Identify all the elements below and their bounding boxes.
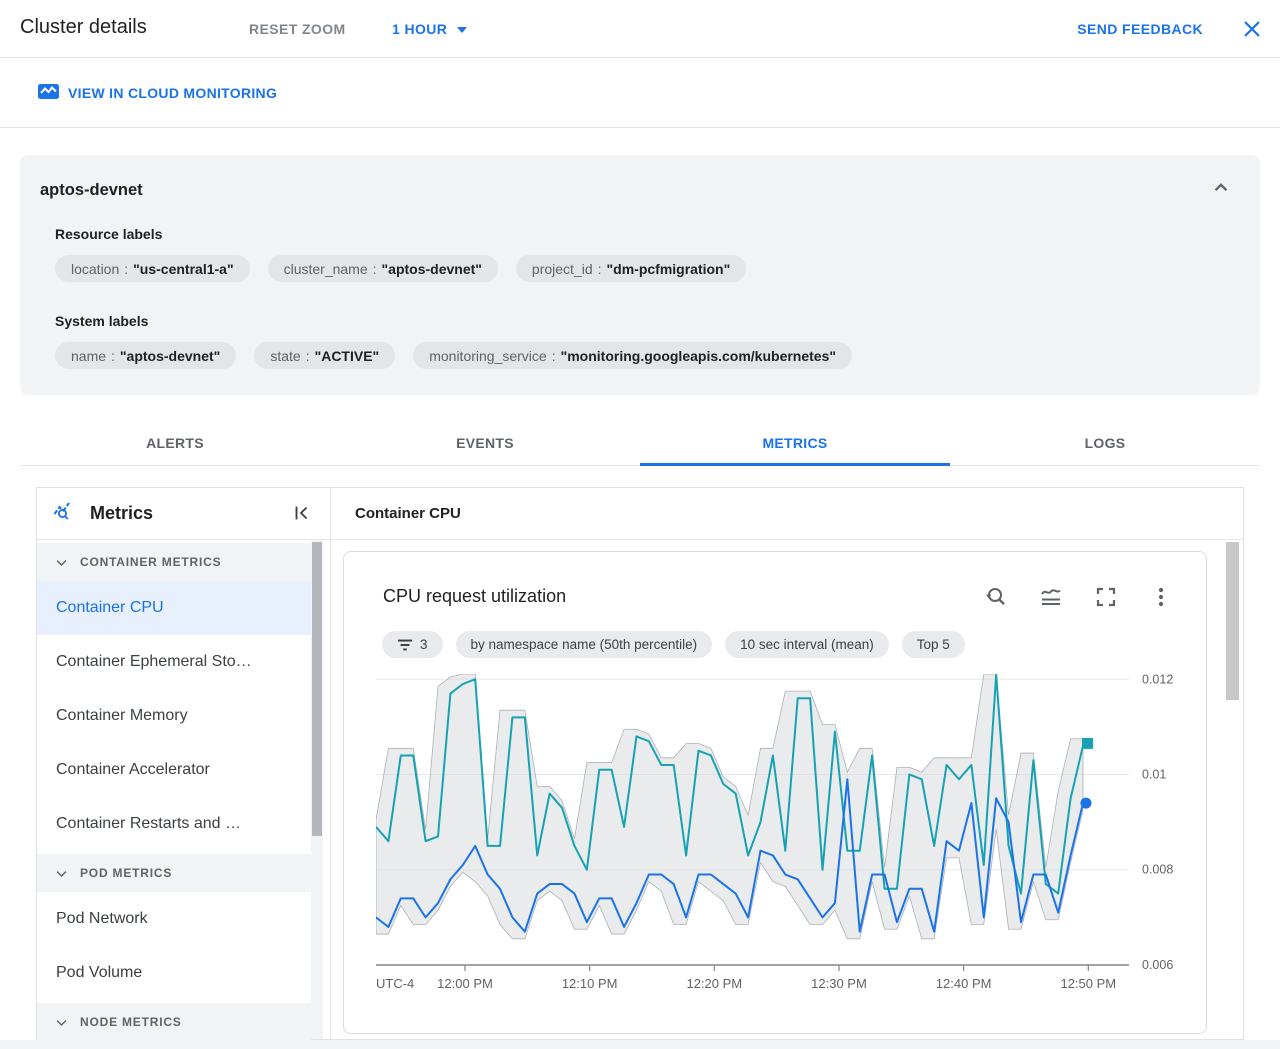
- fullscreen-icon[interactable]: [1094, 585, 1118, 609]
- label-chip-cluster-name: cluster_name: "aptos-devnet": [267, 255, 498, 282]
- cpu-chart-svg: 0.012 0.01 0.008 0.006 12:00 PM 12:10 PM 12:20…: [375, 672, 1173, 991]
- series-endpoint-blue: [1080, 797, 1092, 809]
- section-node-metrics[interactable]: NODE METRICS: [37, 1003, 311, 1041]
- monitoring-chart-icon: [38, 83, 59, 103]
- page-title: Cluster details: [20, 16, 147, 38]
- chart-filter-chips: 3 by namespace name (50th percentile) 10…: [382, 631, 965, 658]
- cluster-summary-card: aptos-devnet Resource labels location: "u…: [20, 155, 1260, 395]
- top5-chip[interactable]: Top 5: [901, 631, 965, 658]
- sidebar-title: Metrics: [90, 503, 154, 523]
- collapse-card-chevron-up-icon[interactable]: [1208, 175, 1234, 201]
- view-in-cloud-monitoring-link[interactable]: VIEW IN CLOUD MONITORING: [38, 83, 277, 103]
- time-range-dropdown[interactable]: 1 HOUR: [392, 21, 468, 37]
- x-axis-label: 12:40 PM: [936, 976, 992, 991]
- metrics-main: Container CPU CPU request utilization 3 …: [331, 488, 1243, 1039]
- chevron-down-icon: [56, 1019, 67, 1026]
- sidebar-item-container-accelerator[interactable]: Container Accelerator: [37, 743, 311, 797]
- metrics-explorer-icon: [52, 499, 77, 528]
- chart-title: CPU request utilization: [383, 586, 567, 606]
- interval-chip[interactable]: 10 sec interval (mean): [725, 631, 889, 658]
- time-range-label: 1 HOUR: [392, 21, 448, 37]
- metrics-sidebar: Metrics CONTAINER METRICS Container CPU …: [37, 488, 331, 1041]
- main-scrollbar-thumb[interactable]: [1226, 542, 1239, 700]
- close-icon[interactable]: [1240, 17, 1264, 41]
- cpu-utilization-chart[interactable]: 0.012 0.01 0.008 0.006 12:00 PM 12:10 PM 12:20…: [375, 672, 1196, 1009]
- cluster-name-title: aptos-devnet: [40, 181, 143, 199]
- tab-events[interactable]: EVENTS: [330, 420, 640, 465]
- x-axis-label: 12:00 PM: [437, 976, 493, 991]
- resource-labels-heading: Resource labels: [55, 226, 163, 242]
- tab-alerts[interactable]: ALERTS: [20, 420, 330, 465]
- sidebar-item-container-memory[interactable]: Container Memory: [37, 689, 311, 743]
- metrics-list: CONTAINER METRICS Container CPU Containe…: [37, 540, 311, 1041]
- chevron-down-icon: [56, 870, 67, 877]
- x-axis-label: 12:30 PM: [811, 976, 867, 991]
- x-axis-label: 12:50 PM: [1060, 976, 1116, 991]
- reset-zoom-button[interactable]: RESET ZOOM: [249, 21, 346, 37]
- groupby-chip[interactable]: by namespace name (50th percentile): [455, 631, 713, 658]
- y-axis-label: 0.006: [1142, 958, 1173, 972]
- x-axis-label: 12:20 PM: [686, 976, 742, 991]
- sidebar-item-pod-network[interactable]: Pod Network: [37, 892, 311, 946]
- monitoring-link-label: VIEW IN CLOUD MONITORING: [68, 85, 278, 101]
- filter-icon: [397, 639, 413, 650]
- chart-toolbar: [984, 585, 1173, 609]
- tab-bar: ALERTS EVENTS METRICS LOGS: [20, 420, 1260, 466]
- y-axis-label: 0.008: [1142, 863, 1173, 877]
- sidebar-header: Metrics: [37, 488, 330, 540]
- zoom-history-icon[interactable]: [984, 585, 1008, 609]
- label-chip-location: location: "us-central1-a": [55, 255, 250, 282]
- chevron-down-icon: [56, 559, 67, 566]
- metric-group-title: Container CPU: [331, 488, 1243, 540]
- system-labels-heading: System labels: [55, 313, 149, 329]
- tab-metrics[interactable]: METRICS: [640, 420, 950, 466]
- sidebar-scrollbar[interactable]: [311, 540, 323, 1039]
- tab-logs[interactable]: LOGS: [950, 420, 1260, 465]
- x-axis-timezone-label: UTC-4: [376, 976, 414, 991]
- section-pod-metrics[interactable]: POD METRICS: [37, 854, 311, 892]
- sidebar-item-pod-volume[interactable]: Pod Volume: [37, 946, 311, 1000]
- sidebar-scrollbar-thumb[interactable]: [312, 542, 322, 836]
- dialog-header: Cluster details RESET ZOOM 1 HOUR SEND F…: [0, 0, 1280, 58]
- system-labels-row: name: "aptos-devnet" state: "ACTIVE" monit…: [55, 342, 853, 369]
- chevron-down-icon: [457, 26, 468, 33]
- series-endpoint-teal: [1082, 737, 1093, 749]
- label-chip-monitoring-service: monitoring_service: "monitoring.googleapi…: [413, 342, 853, 369]
- section-container-metrics[interactable]: CONTAINER METRICS: [37, 543, 311, 581]
- secondary-toolbar: VIEW IN CLOUD MONITORING: [0, 59, 1280, 128]
- y-axis-label: 0.012: [1142, 674, 1173, 686]
- metrics-panel: Metrics CONTAINER METRICS Container CPU …: [36, 487, 1244, 1041]
- y-axis-label: 0.01: [1142, 767, 1166, 781]
- cpu-request-utilization-card: CPU request utilization 3 by namespace n…: [343, 551, 1207, 1034]
- chart-type-icon[interactable]: [1039, 585, 1063, 609]
- sidebar-item-container-cpu[interactable]: Container CPU: [37, 581, 311, 635]
- send-feedback-button[interactable]: SEND FEEDBACK: [1077, 21, 1203, 37]
- label-chip-state: state: "ACTIVE": [254, 342, 396, 369]
- x-axis-label: 12:10 PM: [562, 976, 618, 991]
- collapse-sidebar-icon[interactable]: [291, 502, 313, 524]
- label-chip-project-id: project_id: "dm-pcfmigration": [515, 255, 747, 282]
- sidebar-item-container-restarts[interactable]: Container Restarts and …: [37, 797, 311, 851]
- page-background-strip: [0, 1040, 1280, 1049]
- more-options-icon[interactable]: [1149, 585, 1173, 609]
- label-chip-name: name: "aptos-devnet": [55, 342, 237, 369]
- filter-count-chip[interactable]: 3: [382, 631, 443, 658]
- resource-labels-row: location: "us-central1-a" cluster_name: "a…: [55, 255, 747, 282]
- sidebar-item-container-ephemeral-storage[interactable]: Container Ephemeral Sto…: [37, 635, 311, 689]
